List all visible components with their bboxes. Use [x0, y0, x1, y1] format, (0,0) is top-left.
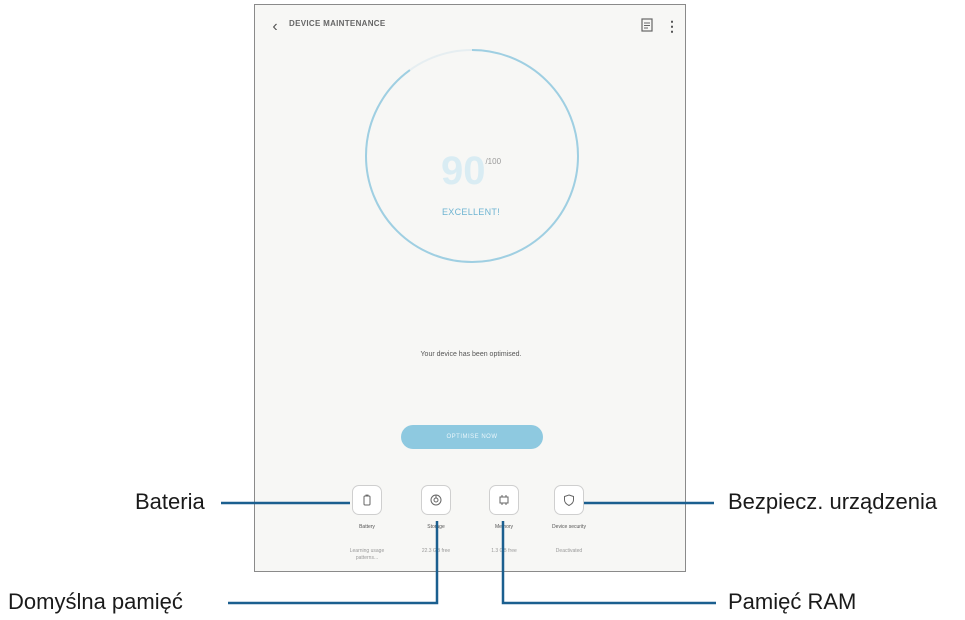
callout-default-storage: Domyślna pamięć	[8, 589, 183, 614]
leader-storage	[228, 521, 439, 605]
callout-battery: Bateria	[135, 489, 205, 514]
leader-memory	[501, 521, 716, 605]
callout-device-security: Bezpiecz. urządzenia	[728, 489, 938, 514]
callout-ram: Pamięć RAM	[728, 589, 857, 614]
callout-leader-lines	[221, 501, 716, 605]
